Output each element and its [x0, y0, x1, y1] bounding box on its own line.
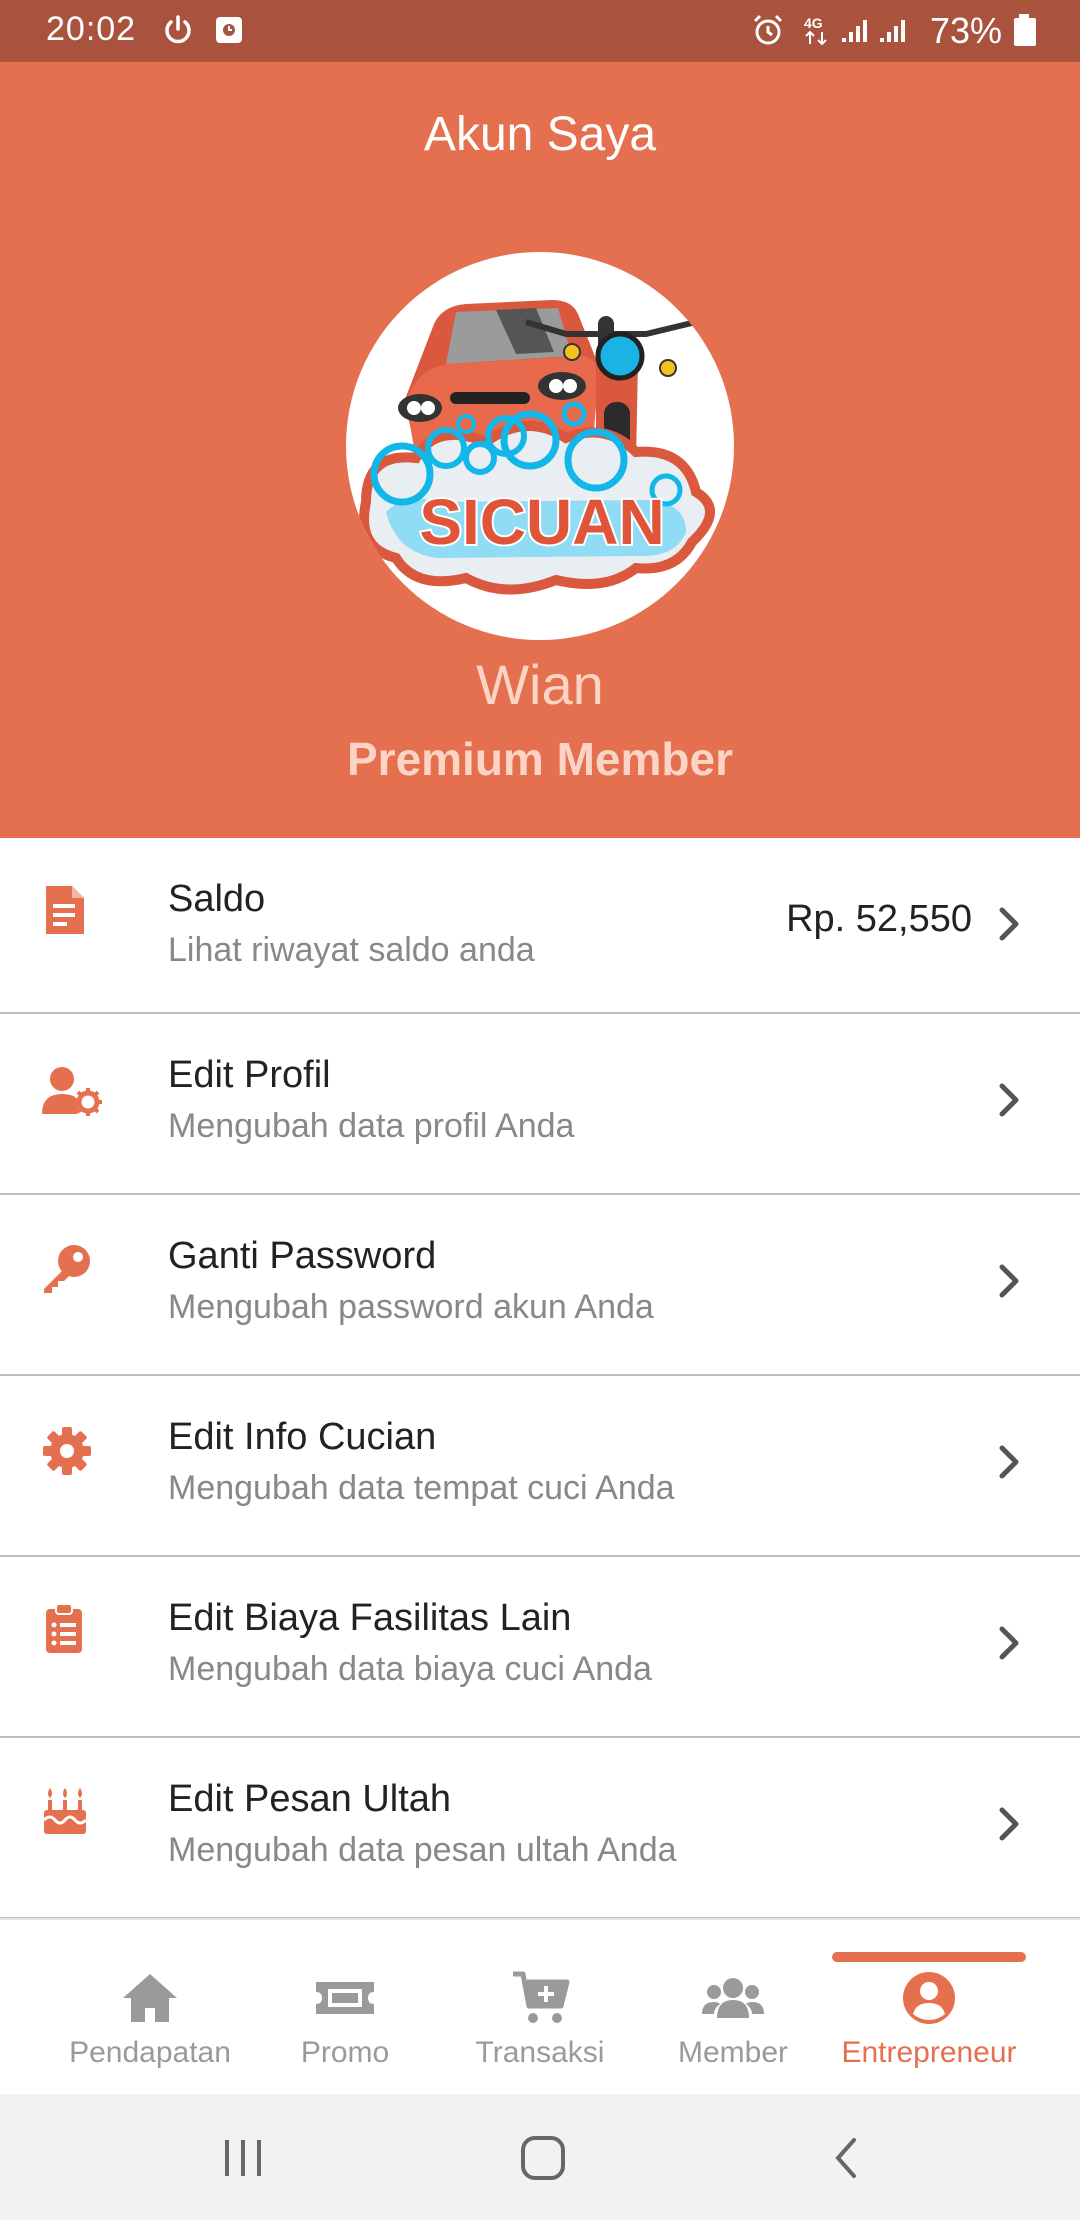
menu-item-title: Edit Pesan Ultah [168, 1778, 452, 1820]
membership-badge: Premium Member [346, 733, 733, 785]
clipboard-list-icon [46, 1603, 82, 1653]
nav-tab-entrepreneur[interactable]: Entrepreneur [829, 1970, 1029, 2080]
menu-item-subtitle: Mengubah data profil Anda [168, 1107, 575, 1145]
signal-icon [842, 20, 867, 42]
user-gear-icon [42, 1067, 102, 1116]
nav-tab-label: Member [677, 2036, 789, 2069]
nav-tab-promo[interactable]: Promo [255, 1970, 435, 2080]
logo-wordmark: SICUAN [419, 486, 664, 558]
nav-tab-pendapatan[interactable]: Pendapatan [60, 1970, 240, 2080]
menu-item-title: Edit Info Cucian [168, 1416, 437, 1458]
status-bar: 20:02 4G 73% [0, 0, 1080, 62]
cart-plus-icon [513, 1971, 570, 2023]
back-icon[interactable] [820, 2130, 876, 2186]
nav-tab-label: Transaksi [475, 2036, 605, 2069]
power-icon [165, 15, 191, 44]
users-icon [702, 1978, 764, 2018]
key-icon [44, 1245, 90, 1293]
gear-icon [43, 1427, 91, 1475]
chevron-right-icon [999, 1626, 1019, 1660]
menu-item-title: Ganti Password [168, 1235, 437, 1277]
menu-item-subtitle: Mengubah data tempat cuci Anda [168, 1469, 675, 1507]
status-time: 20:02 [46, 10, 137, 48]
menu-item-subtitle: Mengubah data biaya cuci Anda [168, 1650, 652, 1688]
menu-item-title: Edit Biaya Fasilitas Lain [168, 1597, 572, 1639]
chevron-right-icon [999, 1264, 1019, 1298]
nav-tab-label: Promo [300, 2036, 390, 2069]
4g-icon: 4G [804, 15, 827, 46]
nav-tab-transaksi[interactable]: Transaksi [450, 1970, 630, 2080]
menu-item-edit-profil[interactable]: Edit Profil Mengubah data profil Anda [0, 1014, 1080, 1195]
menu-item-edit-pesan-ultah[interactable]: Edit Pesan Ultah Mengubah data pesan ult… [0, 1738, 1080, 1919]
screen-record-icon [216, 17, 242, 43]
menu-item-edit-info-cucian[interactable]: Edit Info Cucian Mengubah data tempat cu… [0, 1376, 1080, 1557]
birthday-cake-icon [42, 1788, 88, 1834]
home-button-icon[interactable] [515, 2130, 571, 2186]
document-icon [46, 886, 84, 934]
chevron-right-icon [999, 907, 1019, 941]
system-navigation-bar [0, 2094, 1080, 2220]
account-menu: Saldo Lihat riwayat saldo anda Rp. 52,55… [0, 838, 1080, 1919]
sicuan-logo: SICUAN [359, 300, 716, 595]
chevron-right-icon [999, 1445, 1019, 1479]
ticket-icon [316, 1982, 374, 2014]
recent-apps-icon[interactable] [215, 2130, 271, 2186]
menu-item-title: Edit Profil [168, 1054, 331, 1096]
user-name: Wian [476, 653, 604, 716]
nav-tab-member[interactable]: Member [643, 1970, 823, 2080]
menu-item-edit-biaya-fasilitas[interactable]: Edit Biaya Fasilitas Lain Mengubah data … [0, 1557, 1080, 1738]
alarm-icon [753, 14, 783, 45]
nav-tab-label: Pendapatan [69, 2036, 231, 2069]
menu-item-title: Saldo [168, 878, 266, 920]
menu-item-subtitle: Mengubah password akun Anda [168, 1288, 654, 1326]
active-tab-indicator [832, 1952, 1026, 1962]
chevron-right-icon [999, 1083, 1019, 1117]
battery-icon [1014, 14, 1036, 46]
home-icon [123, 1974, 177, 2022]
signal-icon [880, 20, 905, 42]
chevron-right-icon [999, 1807, 1019, 1841]
balance-value: Rp. 52,550 [786, 898, 972, 940]
nav-tab-label: Entrepreneur [841, 2036, 1017, 2069]
menu-item-subtitle: Lihat riwayat saldo anda [168, 931, 535, 969]
menu-item-subtitle: Mengubah data pesan ultah Anda [168, 1831, 677, 1869]
avatar[interactable]: SICUAN [346, 252, 734, 640]
battery-percentage: 73% [929, 10, 1002, 51]
bottom-navigation: Pendapatan Promo Transaksi Member Entrep… [0, 1918, 1080, 2094]
menu-item-saldo[interactable]: Saldo Lihat riwayat saldo anda Rp. 52,55… [0, 838, 1080, 1014]
menu-item-ganti-password[interactable]: Ganti Password Mengubah password akun An… [0, 1195, 1080, 1376]
page-title: Akun Saya [423, 108, 657, 161]
svg-text:4G: 4G [804, 15, 823, 31]
user-circle-icon [903, 1972, 955, 2024]
profile-header: Akun Saya SICUAN Wian Premium Member [0, 62, 1080, 838]
